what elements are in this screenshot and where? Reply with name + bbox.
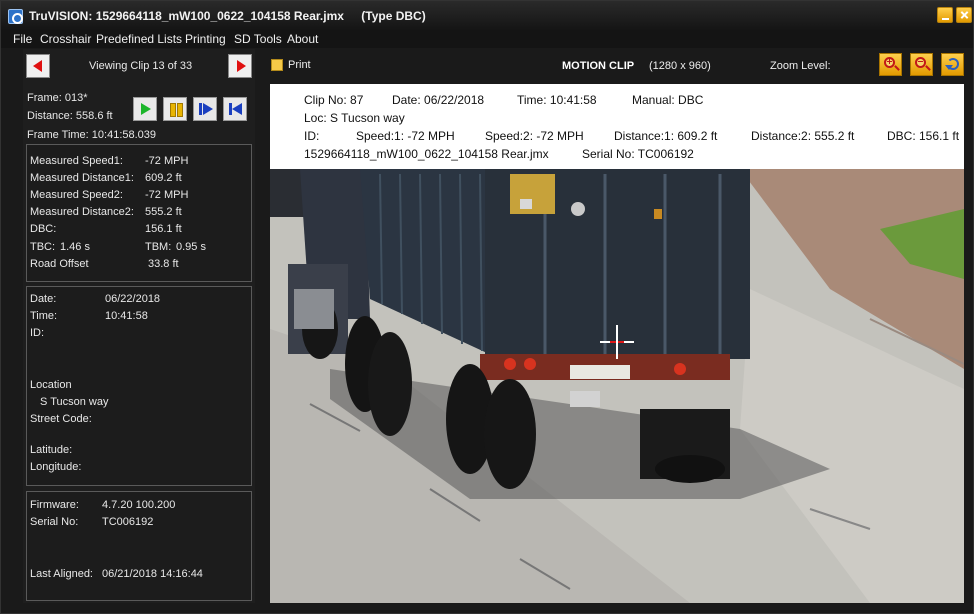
overlay-time: Time: 10:41:58 [517,93,597,107]
next-clip-button[interactable] [228,54,252,78]
tbc-value: 1.46 s [60,241,90,253]
overlay-id: ID: [304,129,320,143]
date-value: 06/22/2018 [105,293,161,305]
frame-distance: Distance: 558.6 ft [27,110,113,122]
menu-bar: File Crosshair Predefined Lists Printing… [1,31,973,48]
frame-time: Frame Time: 10:41:58.039 [27,129,157,141]
time-value: 10:41:58 [105,310,148,322]
file-name: 1529664118_mW100_0622_104158 Rear.jmx [95,9,344,23]
plus-v [889,59,890,64]
arrow-left-icon [33,60,42,72]
serial-value: TC006192 [102,516,154,528]
location-label: Location [30,379,72,391]
zoom-level-label: Zoom Level: [770,60,831,72]
menu-file[interactable]: File [13,32,32,46]
last-aligned-value: 06/21/2018 14:16:44 [102,568,203,580]
print-icon[interactable] [271,59,283,71]
zoom-in-handle [894,65,900,71]
close-button[interactable] [956,7,972,23]
record-panel: Date: 06/22/2018 Time: 10:41:58 ID: Loca… [26,286,252,486]
measured-distance1-value: 609.2 ft [145,172,182,184]
road-offset-value: 33.8 ft [148,258,179,270]
window-title: TruVISION: 1529664118_mW100_0622_104158 … [29,9,426,23]
step-back-button[interactable] [223,97,247,121]
measured-speed2-value: -72 MPH [145,189,189,201]
tbc-label: TBC: [30,241,56,253]
longitude-label: Longitude: [30,461,82,473]
device-panel: Firmware: 4.7.20 100.200 Serial No: TC00… [26,491,252,601]
measurements-panel: Measured Speed1: -72 MPH Measured Distan… [26,144,252,282]
pause-button[interactable] [163,97,187,121]
dbc-value: 156.1 ft [145,223,182,235]
overlay-speed1: Speed:1: -72 MPH [356,129,455,143]
clip-info-overlay: Clip No: 87 Date: 06/22/2018 Time: 10:41… [270,84,964,169]
zoom-out-handle [925,65,931,71]
id-label: ID: [30,327,45,339]
menu-about[interactable]: About [287,32,318,46]
menu-sd-tools[interactable]: SD Tools [234,32,282,46]
tbm-value: 0.95 s [176,241,206,253]
previous-clip-button[interactable] [26,54,50,78]
overlay-manual: Manual: DBC [632,93,704,107]
app-logo-icon [8,9,23,24]
measured-speed2-label: Measured Speed2: [30,189,123,201]
overlay-loc: Loc: S Tucson way [304,111,405,125]
time-label: Time: [30,310,58,322]
arrow-right-icon [237,60,246,72]
step-forward-button[interactable] [193,97,217,121]
zoom-in-button[interactable] [879,53,902,76]
measured-distance1-label: Measured Distance1: [30,172,134,184]
crosshair-marker[interactable] [600,325,634,359]
measured-speed1-value: -72 MPH [145,155,189,167]
zoom-reset-button[interactable] [941,53,964,76]
motion-clip-frame[interactable] [270,169,964,603]
last-aligned-label: Last Aligned: [30,568,93,580]
measured-distance2-value: 555.2 ft [145,206,182,218]
print-button[interactable]: Print [288,59,311,71]
play-button[interactable] [133,97,157,121]
measured-speed1-label: Measured Speed1: [30,155,123,167]
overlay-serial: Serial No: TC006192 [582,147,694,161]
menu-printing[interactable]: Printing [185,32,226,46]
menu-crosshair[interactable]: Crosshair [40,32,91,46]
firmware-value: 4.7.20 100.200 [102,499,176,511]
app-name: TruVISION: [29,9,93,23]
overlay-date: Date: 06/22/2018 [392,93,485,107]
viewing-clip-label: Viewing Clip 13 of 33 [89,60,193,72]
street-code-label: Street Code: [30,413,92,425]
overlay-dbc: DBC: 156.1 ft [887,129,960,143]
overlay-clip-no: Clip No: 87 [304,93,364,107]
truck-photo [270,169,964,603]
left-panel: Viewing Clip 13 of 33 Frame: 013* Distan… [23,49,255,603]
zoom-out-button[interactable] [910,53,933,76]
overlay-file: 1529664118_mW100_0622_104158 Rear.jmx [304,147,549,161]
tbm-label: TBM: [145,241,172,253]
road-offset-label: Road Offset [30,258,89,270]
resolution-label: (1280 x 960) [649,60,711,72]
title-bar: TruVISION: 1529664118_mW100_0622_104158 … [1,1,973,31]
measured-distance2-label: Measured Distance2: [30,206,134,218]
type-label: (Type DBC) [361,9,426,23]
frame-number: Frame: 013* [27,92,88,104]
serial-label: Serial No: [30,516,79,528]
overlay-speed2: Speed:2: -72 MPH [485,129,584,143]
location-value: S Tucson way [40,396,109,408]
dbc-label: DBC: [30,223,57,235]
minus-h [918,61,923,62]
overlay-distance2: Distance:2: 555.2 ft [751,129,855,143]
firmware-label: Firmware: [30,499,79,511]
latitude-label: Latitude: [30,444,73,456]
date-label: Date: [30,293,57,305]
menu-predefined-lists[interactable]: Predefined Lists [96,32,182,46]
app-window: TruVISION: 1529664118_mW100_0622_104158 … [0,0,974,614]
crosshair-center [610,335,624,349]
minimize-button[interactable] [937,7,953,23]
motion-clip-title: MOTION CLIP [562,60,635,72]
overlay-distance1: Distance:1: 609.2 ft [614,129,718,143]
undo-arrowhead [945,65,953,70]
